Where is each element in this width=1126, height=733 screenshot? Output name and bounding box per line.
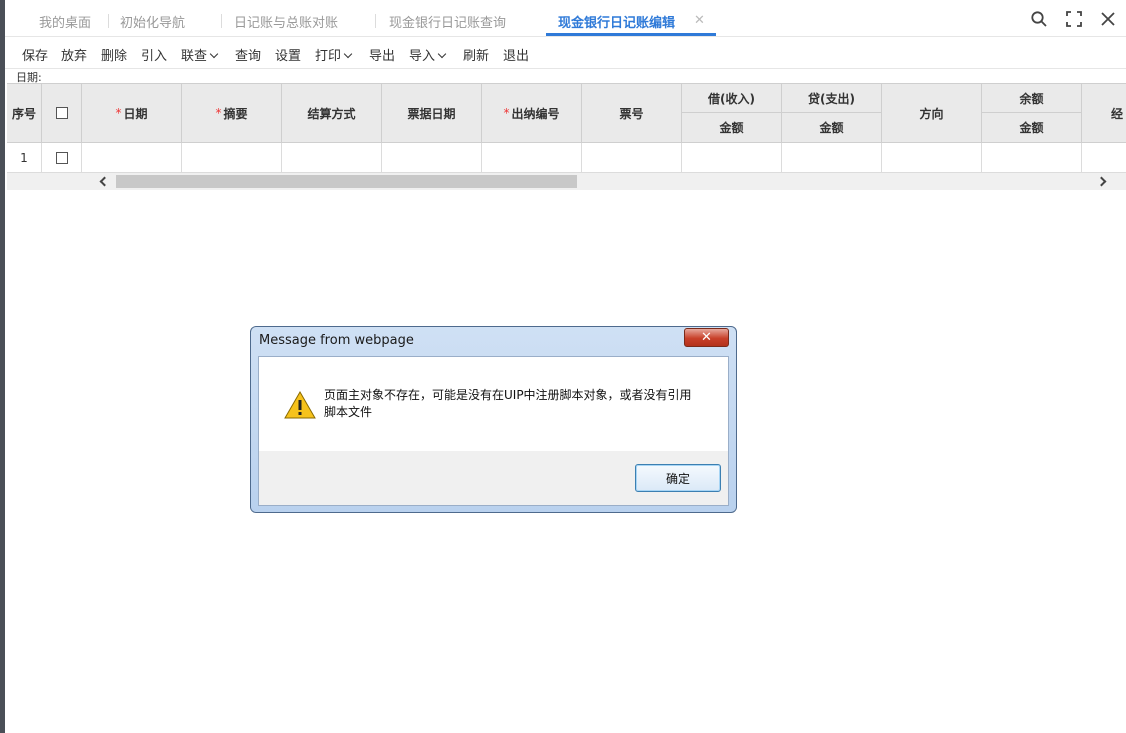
col-header-debit-amount[interactable]: 金额 (682, 113, 782, 143)
tab-init-nav[interactable]: 初始化导航 (120, 12, 185, 31)
exit-button[interactable]: 退出 (503, 45, 529, 64)
col-header-credit-amount[interactable]: 金额 (782, 113, 882, 143)
required-marker: * (215, 106, 222, 120)
search-icon[interactable] (1030, 10, 1048, 28)
tab-journal-reconcile[interactable]: 日记账与总账对账 (234, 12, 338, 31)
col-header-cashier-no-label: 出纳编号 (511, 106, 560, 121)
balance-amount-cell[interactable] (982, 143, 1082, 173)
horizontal-scrollbar[interactable] (7, 173, 1126, 190)
chevron-down-icon (209, 49, 219, 59)
col-header-balance: 余额 (982, 84, 1082, 113)
query-button[interactable]: 查询 (235, 45, 261, 64)
import-ref-button[interactable]: 引入 (141, 45, 167, 64)
col-header-debit: 借(收入) (682, 84, 782, 113)
dialog-footer: 确定 (259, 451, 728, 505)
fullscreen-icon[interactable] (1065, 10, 1083, 28)
print-label: 打印 (315, 49, 342, 64)
linked-query-button[interactable]: 联查 (181, 45, 219, 64)
settlement-cell[interactable] (282, 143, 382, 173)
app-window: 我的桌面 初始化导航 日记账与总账对账 现金银行日记账查询 现金银行日记账编辑 … (0, 0, 1126, 733)
divider (5, 68, 1126, 69)
col-header-settlement[interactable]: 结算方式 (282, 84, 382, 143)
col-header-credit: 贷(支出) (782, 84, 882, 113)
active-tab-indicator (546, 33, 716, 36)
chevron-down-icon (343, 49, 353, 59)
save-button[interactable]: 保存 (22, 45, 48, 64)
col-header-summary[interactable]: * 摘要 (182, 84, 282, 143)
row-select-cell (42, 143, 82, 173)
warning-icon (284, 391, 316, 419)
toolbar: 保存 放弃 删除 引入 联查 查询 设置 打印 导出 导入 刷新 退出 (5, 38, 1126, 68)
direction-cell[interactable] (882, 143, 982, 173)
scroll-left-icon[interactable] (97, 175, 110, 187)
debit-amount-cell[interactable] (682, 143, 782, 173)
scroll-right-icon[interactable] (1096, 175, 1109, 187)
import-button[interactable]: 导入 (409, 45, 447, 64)
tab-bar: 我的桌面 初始化导航 日记账与总账对账 现金银行日记账查询 现金银行日记账编辑 … (5, 0, 1126, 37)
tab-journal-query[interactable]: 现金银行日记账查询 (389, 12, 506, 31)
cashier-no-cell[interactable] (482, 143, 582, 173)
tab-close-icon[interactable]: ✕ (694, 13, 705, 28)
col-header-date[interactable]: * 日期 (82, 84, 182, 143)
select-all-checkbox[interactable] (55, 107, 68, 119)
col-header-summary-label: 摘要 (223, 106, 248, 121)
dialog-title: Message from webpage (259, 333, 414, 348)
dialog-close-button[interactable]: ✕ (684, 328, 729, 347)
dialog-message-line: 脚本文件 (324, 405, 373, 419)
print-button[interactable]: 打印 (315, 45, 353, 64)
tab-separator (108, 14, 109, 28)
settings-button[interactable]: 设置 (275, 45, 301, 64)
date-cell[interactable] (82, 143, 182, 173)
delete-button[interactable]: 删除 (101, 45, 127, 64)
tab-separator (375, 14, 376, 28)
required-marker: * (503, 106, 510, 120)
import-label: 导入 (409, 49, 436, 64)
message-dialog: Message from webpage ✕ 页面主对象不存在，可能是没有在UI… (250, 326, 737, 513)
col-header-seq: 序号 (7, 84, 42, 143)
dialog-message-line: 页面主对象不存在，可能是没有在UIP中注册脚本对象，或者没有引用 (324, 388, 692, 402)
dialog-body: 页面主对象不存在，可能是没有在UIP中注册脚本对象，或者没有引用 脚本文件 确定 (258, 356, 729, 506)
col-header-direction[interactable]: 方向 (882, 84, 982, 143)
chevron-down-icon (437, 49, 447, 59)
journal-grid: 序号 * 日期 * 摘要 结算方式 票据日期 * 出纳编号 票号 借(收入) 金额 贷… (7, 83, 1126, 190)
export-button[interactable]: 导出 (369, 45, 395, 64)
row-seq-cell: 1 (7, 143, 42, 173)
scrollbar-thumb[interactable] (116, 175, 577, 188)
col-header-select-all (42, 84, 82, 143)
close-icon[interactable] (1099, 10, 1117, 28)
discard-button[interactable]: 放弃 (61, 45, 87, 64)
handler-cell[interactable] (1082, 143, 1126, 173)
col-header-balance-amount[interactable]: 金额 (982, 113, 1082, 143)
tab-separator (221, 14, 222, 28)
dialog-message: 页面主对象不存在，可能是没有在UIP中注册脚本对象，或者没有引用 脚本文件 (324, 387, 704, 421)
col-header-cashier-no[interactable]: * 出纳编号 (482, 84, 582, 143)
left-edge-bar (0, 0, 5, 733)
bill-date-cell[interactable] (382, 143, 482, 173)
linked-query-label: 联查 (181, 49, 208, 64)
bill-no-cell[interactable] (582, 143, 682, 173)
required-marker: * (115, 106, 122, 120)
row-checkbox[interactable] (55, 151, 68, 164)
ok-button[interactable]: 确定 (635, 464, 721, 492)
col-header-handler[interactable]: 经 (1082, 84, 1126, 143)
summary-cell[interactable] (182, 143, 282, 173)
credit-amount-cell[interactable] (782, 143, 882, 173)
col-header-date-label: 日期 (123, 106, 148, 121)
refresh-button[interactable]: 刷新 (463, 45, 489, 64)
col-header-bill-no[interactable]: 票号 (582, 84, 682, 143)
tab-my-desktop[interactable]: 我的桌面 (39, 12, 91, 31)
tab-journal-edit[interactable]: 现金银行日记账编辑 (558, 12, 675, 31)
col-header-bill-date[interactable]: 票据日期 (382, 84, 482, 143)
close-icon: ✕ (701, 330, 712, 345)
